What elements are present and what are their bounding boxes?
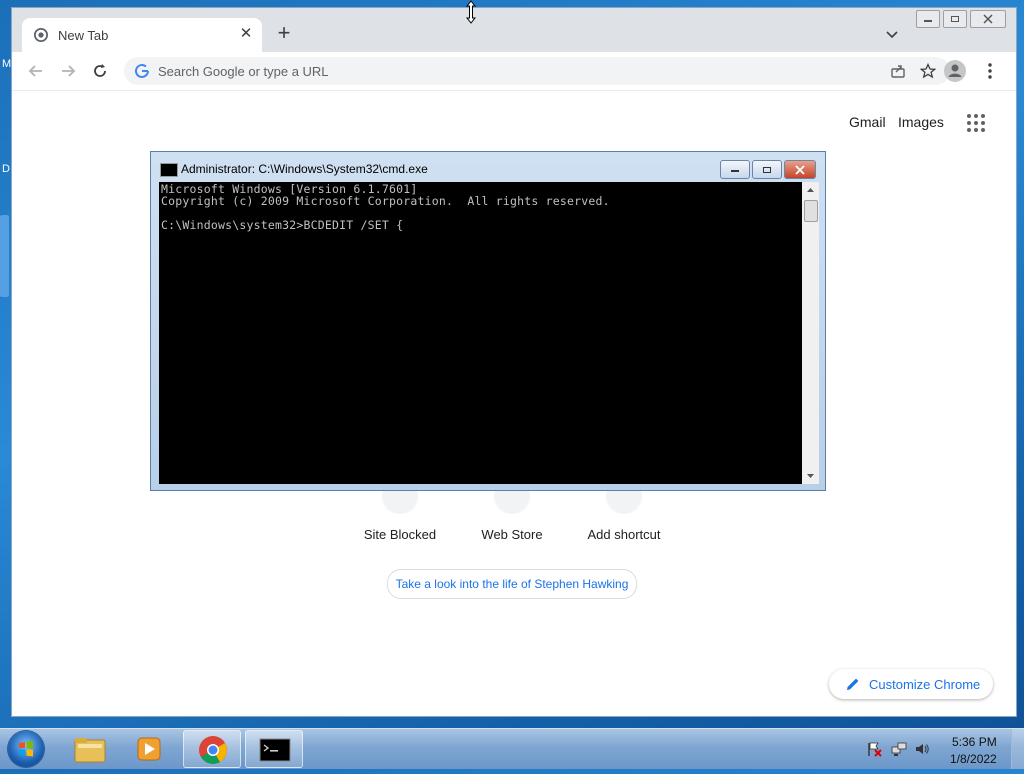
chrome-tab-strip: New Tab ✕ + [12,8,1016,52]
customize-chrome-button[interactable]: Customize Chrome [829,669,993,699]
cmd-window[interactable]: Administrator: C:\Windows\System32\cmd.e… [150,151,826,491]
promo-text: Take a look into the life of Stephen Haw… [395,577,629,591]
cmd-restore-button[interactable] [752,160,782,179]
taskbar-item-cmd[interactable] [245,730,303,768]
taskbar-item-explorer[interactable] [60,730,118,768]
new-tab-button[interactable]: + [272,22,296,46]
google-g-icon [135,63,149,78]
share-icon[interactable] [890,63,906,79]
cmd-minimize-button[interactable] [720,160,750,179]
chrome-favicon-icon [34,28,48,42]
minimize-button[interactable] [916,10,940,28]
close-icon [983,14,993,24]
chevron-down-icon[interactable] [882,24,902,44]
pencil-icon [847,678,859,690]
folder-icon [74,738,106,763]
media-player-icon [137,737,161,761]
show-desktop-button[interactable] [1011,729,1024,769]
network-icon[interactable] [891,741,907,757]
chrome-toolbar: Search Google or type a URL [12,52,1016,91]
more-menu-icon[interactable] [982,62,998,80]
shortcut-label[interactable]: Web Store [462,527,562,542]
cmd-close-button[interactable] [784,160,816,179]
window-controls [916,10,1009,28]
shortcut-label[interactable]: Site Blocked [350,527,450,542]
omnibox[interactable]: Search Google or type a URL [124,57,950,85]
scroll-thumb[interactable] [804,200,818,222]
cmd-app-icon [160,163,178,177]
start-button[interactable] [8,731,44,767]
scroll-down-arrow-icon[interactable] [802,468,819,484]
taskbar-item-media-player[interactable] [120,730,178,768]
restore-icon [763,166,771,173]
vertical-scrollbar[interactable] [802,182,819,484]
reload-icon[interactable] [90,61,110,81]
cmd-window-title: Administrator: C:\Windows\System32\cmd.e… [181,162,428,176]
promo-chip[interactable]: Take a look into the life of Stephen Haw… [387,569,637,599]
person-icon [948,64,962,77]
back-arrow-icon[interactable] [26,61,46,81]
gmail-link[interactable]: Gmail [849,114,886,130]
omnibox-placeholder: Search Google or type a URL [158,64,329,79]
shortcut-label[interactable]: Add shortcut [574,527,674,542]
windows-logo-icon [19,741,33,757]
close-window-button[interactable] [970,10,1006,28]
forward-arrow-icon[interactable] [58,61,78,81]
chrome-icon [199,736,227,764]
taskbar-item-chrome[interactable] [183,730,241,768]
restore-button[interactable] [943,10,967,28]
close-icon [795,164,805,175]
scroll-up-arrow-icon[interactable] [802,182,819,198]
volume-icon[interactable] [914,741,930,757]
action-center-flag-icon[interactable] [866,741,882,757]
cmd-console[interactable]: Microsoft Windows [Version 6.1.7601] Cop… [159,182,819,484]
clock-time[interactable]: 5:36 PM [952,735,997,749]
console-line: Copyright (c) 2009 Microsoft Corporation… [161,194,610,208]
bookmark-star-icon[interactable] [920,63,936,79]
cmd-window-controls [720,160,818,179]
clock-date[interactable]: 1/8/2022 [950,752,997,766]
images-link[interactable]: Images [898,114,944,130]
google-apps-icon[interactable] [966,113,986,133]
taskbar: 5:36 PM 1/8/2022 [0,728,1024,769]
restore-icon [951,16,959,22]
close-tab-button[interactable]: ✕ [236,24,256,44]
minimize-icon [924,20,932,22]
customize-chrome-label: Customize Chrome [869,677,981,692]
tab-title: New Tab [58,28,109,43]
minimize-icon [731,169,739,172]
desktop-gadget-edge [0,215,9,297]
command-prompt-icon [259,738,291,762]
desktop-icon-label-fragment: M [2,58,12,70]
console-line: C:\Windows\system32>BCDEDIT /SET { [161,218,404,232]
tab-new-tab[interactable]: New Tab ✕ [22,18,262,52]
resize-cursor-icon [465,0,477,24]
desktop-icon-label-fragment: D [2,163,10,175]
profile-avatar-button[interactable] [944,60,966,82]
